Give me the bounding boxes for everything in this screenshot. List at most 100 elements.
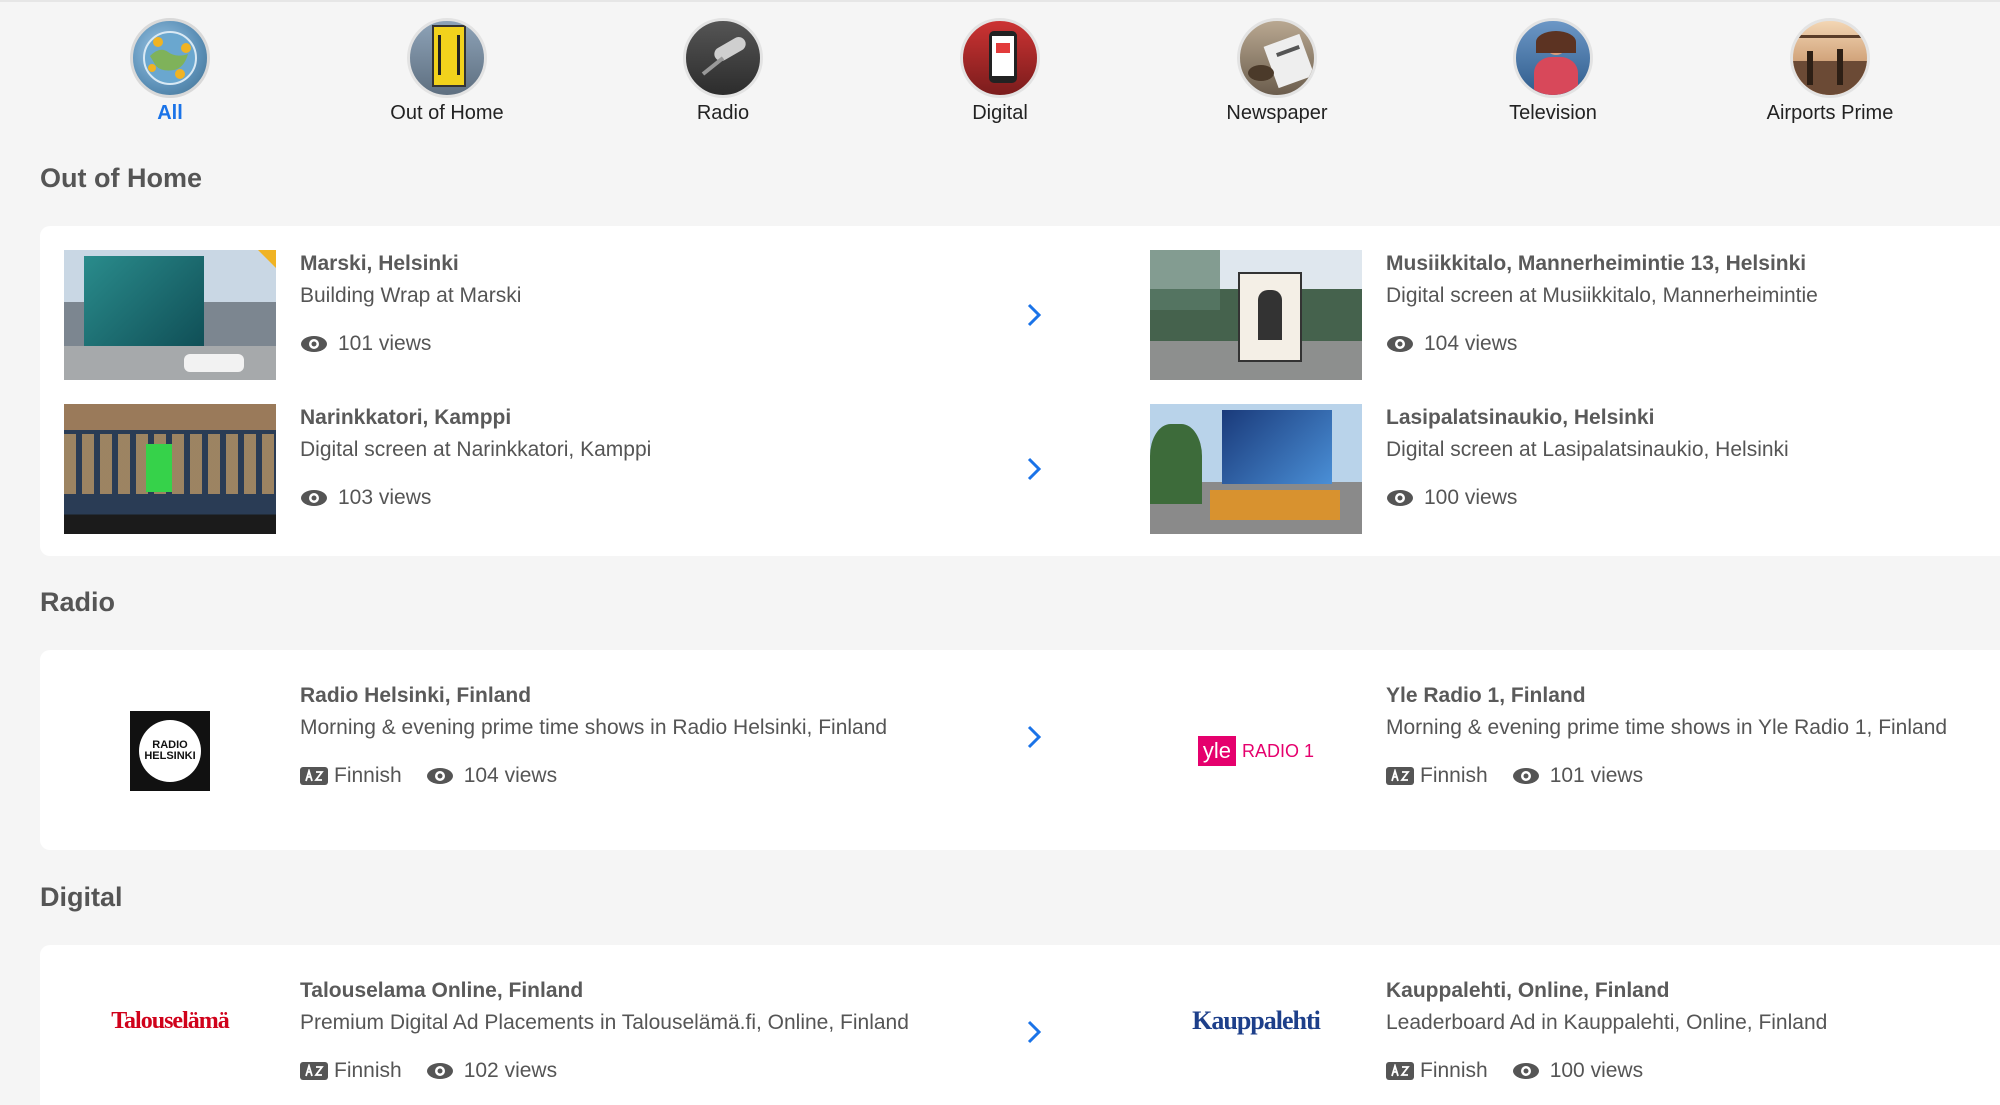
eye-icon [1512, 768, 1539, 784]
listing-title: Narinkkatori, Kamppi [300, 406, 512, 429]
kauppalehti-logo-text: Kauppalehti [1192, 1006, 1321, 1035]
listing-title: Yle Radio 1, Finland [1386, 684, 1586, 707]
view-count: 101 views [1549, 764, 1644, 787]
chevron-right-icon[interactable] [1014, 1012, 1054, 1052]
eye-icon [1387, 490, 1413, 506]
listing-meta: 103 views [300, 486, 431, 510]
talouselama-logo-text: Talouselämä [111, 1007, 229, 1034]
globe-icon [130, 18, 210, 98]
eye-icon [426, 1063, 453, 1079]
translate-icon [1386, 767, 1414, 785]
category-label: Airports Prime [1766, 102, 1894, 124]
listing-description: Premium Digital Ad Placements in Talouse… [300, 1011, 909, 1034]
listing-image [1150, 250, 1362, 380]
view-count: 100 views [1424, 486, 1518, 509]
listing-title: Talouselama Online, Finland [300, 979, 584, 1002]
listing-image [1150, 404, 1362, 534]
newspaper-icon [1237, 18, 1317, 98]
category-label: Radio [696, 102, 750, 124]
listing-meta: 101 views [300, 332, 431, 356]
language: Finnish [1386, 764, 1488, 788]
category-label: Digital [972, 102, 1028, 124]
category-out-of-home[interactable]: Out of Home [337, 18, 557, 125]
page: All Out of Home Radio Digital Newspaper … [0, 0, 2000, 1105]
view-count: 101 views [338, 332, 432, 355]
listing-title: Kauppalehti, Online, Finland [1386, 979, 1670, 1002]
listing-meta: 100 views [1386, 486, 1517, 510]
microphone-icon [683, 18, 763, 98]
radio-panel: RADIO HELSINKI Radio Helsinki, Finland M… [40, 650, 2000, 850]
view-count: 100 views [1549, 1059, 1644, 1082]
listing-card[interactable]: Narinkkatori, Kamppi Digital screen at N… [64, 404, 1150, 534]
view-count: 104 views [1424, 332, 1518, 355]
billboard-icon [407, 18, 487, 98]
category-label: Television [1509, 102, 1597, 124]
chevron-right-icon[interactable] [1014, 295, 1054, 335]
listing-card[interactable]: Talouselämä Talouselama Online, Finland … [64, 961, 1150, 1105]
listing-meta: Finnish 102 views [300, 1059, 557, 1083]
language-label: Finnish [334, 764, 402, 787]
section-title-digital: Digital [40, 882, 123, 912]
category-label: Newspaper [1226, 102, 1328, 124]
radio-1-logo-text: RADIO 1 [1242, 740, 1315, 761]
chevron-right-icon[interactable] [1014, 449, 1054, 489]
listing-card[interactable]: Marski, Helsinki Building Wrap at Marski… [64, 250, 1150, 380]
category-all[interactable]: All [60, 18, 280, 125]
category-newspaper[interactable]: Newspaper [1167, 18, 1387, 125]
airport-icon [1790, 18, 1870, 98]
translate-icon [300, 1062, 328, 1080]
language: Finnish [300, 1059, 402, 1083]
view-count: 103 views [338, 486, 432, 509]
category-label: Out of Home [390, 102, 504, 124]
television-icon [1513, 18, 1593, 98]
listing-meta: Finnish 104 views [300, 764, 557, 788]
category-label: All [157, 102, 183, 124]
eye-icon [301, 490, 327, 506]
category-television[interactable]: Television [1443, 18, 1663, 125]
out-of-home-panel: Marski, Helsinki Building Wrap at Marski… [40, 226, 2000, 556]
listing-title: Lasipalatsinaukio, Helsinki [1386, 406, 1655, 429]
listing-title: Marski, Helsinki [300, 252, 459, 275]
view-count: 104 views [463, 764, 558, 787]
listing-description: Building Wrap at Marski [300, 284, 522, 307]
listing-card[interactable]: Kauppalehti Kauppalehti, Online, Finland… [1150, 961, 2000, 1105]
listing-card[interactable]: yle RADIO 1 Yle Radio 1, Finland Morning… [1150, 666, 2000, 836]
chevron-right-icon[interactable] [1014, 717, 1054, 757]
listing-meta: 104 views [1386, 332, 1517, 356]
listing-title: Radio Helsinki, Finland [300, 684, 532, 707]
language-label: Finnish [1420, 1059, 1488, 1082]
listing-title: Musiikkitalo, Mannerheimintie 13, Helsin… [1386, 252, 1807, 275]
listing-description: Digital screen at Narinkkatori, Kamppi [300, 438, 652, 461]
radio-helsinki-logo-text: RADIO HELSINKI [139, 720, 201, 782]
language-label: Finnish [1420, 764, 1488, 787]
translate-icon [1386, 1062, 1414, 1080]
listing-image [64, 404, 276, 534]
category-digital[interactable]: Digital [890, 18, 1110, 125]
eye-icon [426, 768, 453, 784]
listing-image [64, 250, 276, 380]
category-airports-prime[interactable]: Airports Prime [1720, 18, 1940, 125]
language-label: Finnish [334, 1059, 402, 1082]
category-radio[interactable]: Radio [613, 18, 833, 125]
language: Finnish [1386, 1059, 1488, 1083]
translate-icon [300, 767, 328, 785]
listing-description: Digital screen at Musiikkitalo, Mannerhe… [1386, 284, 1818, 307]
talouselama-logo: Talouselämä [64, 961, 276, 1081]
listing-description: Morning & evening prime time shows in Yl… [1386, 716, 1948, 739]
yle-logo-text: yle [1197, 736, 1237, 766]
listing-description: Leaderboard Ad in Kauppalehti, Online, F… [1386, 1011, 1828, 1034]
category-bar: All Out of Home Radio Digital Newspaper … [0, 0, 2000, 140]
kauppalehti-logo: Kauppalehti [1150, 961, 1362, 1081]
listing-meta: Finnish 100 views [1386, 1059, 1643, 1083]
listing-description: Digital screen at Lasipalatsinaukio, Hel… [1386, 438, 1789, 461]
listing-card[interactable]: Musiikkitalo, Mannerheimintie 13, Helsin… [1150, 250, 2000, 380]
listing-card[interactable]: RADIO HELSINKI Radio Helsinki, Finland M… [64, 666, 1150, 836]
listing-meta: Finnish 101 views [1386, 764, 1643, 788]
view-count: 102 views [463, 1059, 558, 1082]
section-title-out-of-home: Out of Home [40, 163, 202, 193]
eye-icon [1387, 336, 1413, 352]
listing-card[interactable]: Lasipalatsinaukio, Helsinki Digital scre… [1150, 404, 2000, 534]
eye-icon [1512, 1063, 1539, 1079]
yle-radio-1-logo: yle RADIO 1 [1150, 666, 1362, 836]
radio-helsinki-logo: RADIO HELSINKI [64, 666, 276, 836]
